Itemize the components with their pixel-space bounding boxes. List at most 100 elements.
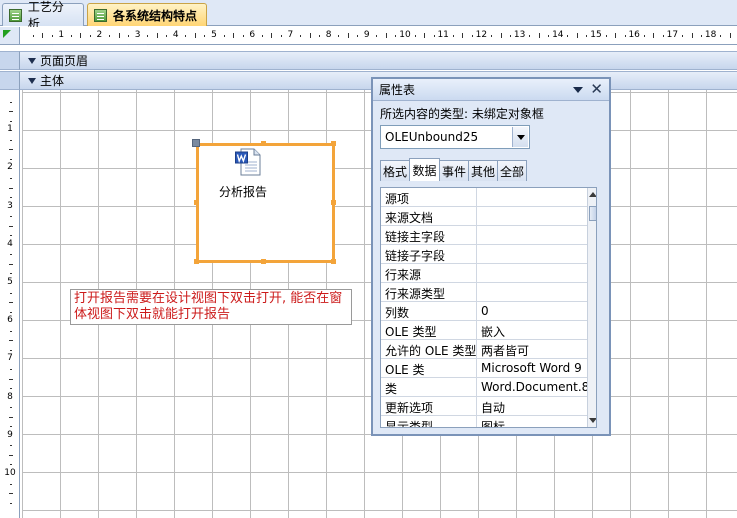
property-value[interactable]: 嵌入: [478, 321, 587, 339]
ruler-tick: [567, 35, 569, 37]
resize-handle-bottom[interactable]: [261, 259, 266, 264]
property-value[interactable]: [478, 264, 587, 282]
property-row[interactable]: 行来源: [381, 264, 587, 283]
ruler-tick: [10, 426, 12, 428]
ruler-tick: [10, 292, 12, 294]
ruler-label: 17: [666, 30, 679, 40]
object-selector-combo[interactable]: OLEUnbound25: [380, 125, 530, 149]
property-tab[interactable]: 其他: [468, 160, 498, 181]
ruler-tick: [271, 33, 273, 38]
ruler-tick: [720, 35, 722, 37]
scroll-down-arrow-icon[interactable]: [589, 418, 596, 423]
form-selector[interactable]: [0, 27, 20, 45]
ruler-tick: [42, 33, 44, 38]
horizontal-ruler[interactable]: 1 2 3 4 5 6 7 8 9 10 11 12 13 14 15 16 17 18: [20, 27, 737, 45]
ruler-tick: [10, 254, 12, 256]
property-row[interactable]: 来源文档: [381, 207, 587, 226]
property-row[interactable]: 允许的 OLE 类型 两者皆可: [381, 340, 587, 359]
ruler-label: 2: [7, 162, 13, 173]
ruler-tick: [10, 311, 12, 313]
ruler-tick: [510, 35, 512, 37]
property-row[interactable]: 更新选项 自动: [381, 397, 587, 416]
property-value[interactable]: 自动: [478, 397, 587, 415]
property-row[interactable]: OLE 类型 嵌入: [381, 321, 587, 340]
scroll-up-arrow-icon[interactable]: [589, 192, 596, 197]
property-row[interactable]: 链接主字段: [381, 226, 587, 245]
ruler-tick: [548, 35, 550, 37]
ruler-tick: [424, 33, 426, 38]
property-tab[interactable]: 格式: [380, 160, 410, 181]
ruler-label: 1: [58, 30, 65, 40]
property-row[interactable]: OLE 类 Microsoft Word 9: [381, 359, 587, 378]
ruler-tick: [10, 216, 12, 218]
property-name: 链接主字段: [381, 226, 477, 244]
unbound-object-frame[interactable]: [196, 143, 335, 263]
combo-dropdown-button[interactable]: [512, 127, 528, 147]
ruler-tick: [10, 273, 12, 275]
ruler-tick: [701, 35, 703, 37]
property-row[interactable]: 链接子字段: [381, 245, 587, 264]
ruler-tick: [10, 330, 12, 332]
ruler-tick: [576, 33, 578, 38]
resize-handle-bottom-right[interactable]: [331, 259, 336, 264]
resize-handle-right[interactable]: [331, 200, 336, 205]
section-selector-body[interactable]: [0, 71, 20, 90]
property-row[interactable]: 类 Word.Document.8: [381, 378, 587, 397]
property-value[interactable]: [478, 283, 587, 301]
property-row[interactable]: 行来源类型: [381, 283, 587, 302]
annotation-textbox[interactable]: 打开报告需要在设计视图下双击打开, 能否在窗体视图下双击就能打开报告: [70, 289, 352, 325]
property-value[interactable]: 两者皆可: [478, 340, 587, 358]
property-tabs: 格式 数据 事件 其他 全部: [380, 158, 527, 181]
property-name: 显示类型: [381, 416, 477, 427]
property-name: 来源文档: [381, 207, 477, 225]
ruler-label: 12: [475, 30, 488, 40]
property-tab[interactable]: 数据: [409, 158, 440, 181]
ruler-tick: [624, 35, 626, 37]
scroll-thumb[interactable]: [589, 206, 596, 221]
resize-handle-left[interactable]: [194, 200, 199, 205]
ruler-tick: [194, 33, 196, 38]
ruler-tick: [500, 33, 502, 38]
close-icon[interactable]: ✕: [590, 81, 603, 98]
property-value[interactable]: 图标: [478, 416, 587, 427]
ruler-tick: [261, 35, 263, 37]
property-tab[interactable]: 事件: [439, 160, 469, 181]
caret-down-icon[interactable]: [573, 87, 583, 93]
ruler-label: 2: [96, 30, 103, 40]
vertical-ruler[interactable]: 1 2 3 4 5 6 7 8 9 10: [0, 90, 20, 518]
move-handle[interactable]: [192, 139, 200, 147]
tab-ge-xitong-jiegou-tedian[interactable]: 各系统结构特点: [87, 3, 207, 26]
property-row[interactable]: 显示类型 图标: [381, 416, 587, 427]
tab-gongyi-fenxi[interactable]: 工艺分析: [2, 0, 84, 31]
property-value[interactable]: [478, 207, 587, 225]
ruler-tick: [471, 35, 473, 37]
property-value[interactable]: [478, 245, 587, 263]
word-document-icon: [235, 148, 261, 176]
property-name: 链接子字段: [381, 245, 477, 263]
ruler-tick: [9, 302, 13, 304]
property-value[interactable]: Microsoft Word 9: [478, 359, 587, 377]
property-row[interactable]: 列数 0: [381, 302, 587, 321]
property-row[interactable]: 源项: [381, 188, 587, 207]
property-sheet-header[interactable]: 属性表 ✕: [373, 79, 609, 101]
property-value[interactable]: [478, 226, 587, 244]
ruler-label: 6: [7, 315, 13, 326]
property-tab[interactable]: 全部: [497, 160, 527, 181]
ruler-label: 5: [7, 277, 13, 287]
ruler-tick: [10, 349, 12, 351]
section-bar-page-header[interactable]: 页面页眉: [20, 51, 737, 70]
property-value[interactable]: [478, 188, 587, 206]
property-grid-scrollbar[interactable]: [587, 188, 596, 427]
resize-handle-top[interactable]: [261, 141, 266, 146]
ruler-tick: [10, 177, 12, 179]
resize-handle-bottom-left[interactable]: [194, 259, 199, 264]
property-value[interactable]: 0: [478, 302, 587, 320]
resize-handle-top-right[interactable]: [331, 141, 336, 146]
section-selector-page-header[interactable]: [0, 51, 20, 70]
ruler-tick: [9, 149, 13, 151]
ruler-tick: [681, 35, 683, 37]
ruler-tick: [9, 493, 13, 495]
selection-type-label: 所选内容的类型: 未绑定对象框: [380, 107, 544, 121]
ruler-tick: [9, 187, 13, 189]
property-value[interactable]: Word.Document.8: [478, 378, 587, 396]
